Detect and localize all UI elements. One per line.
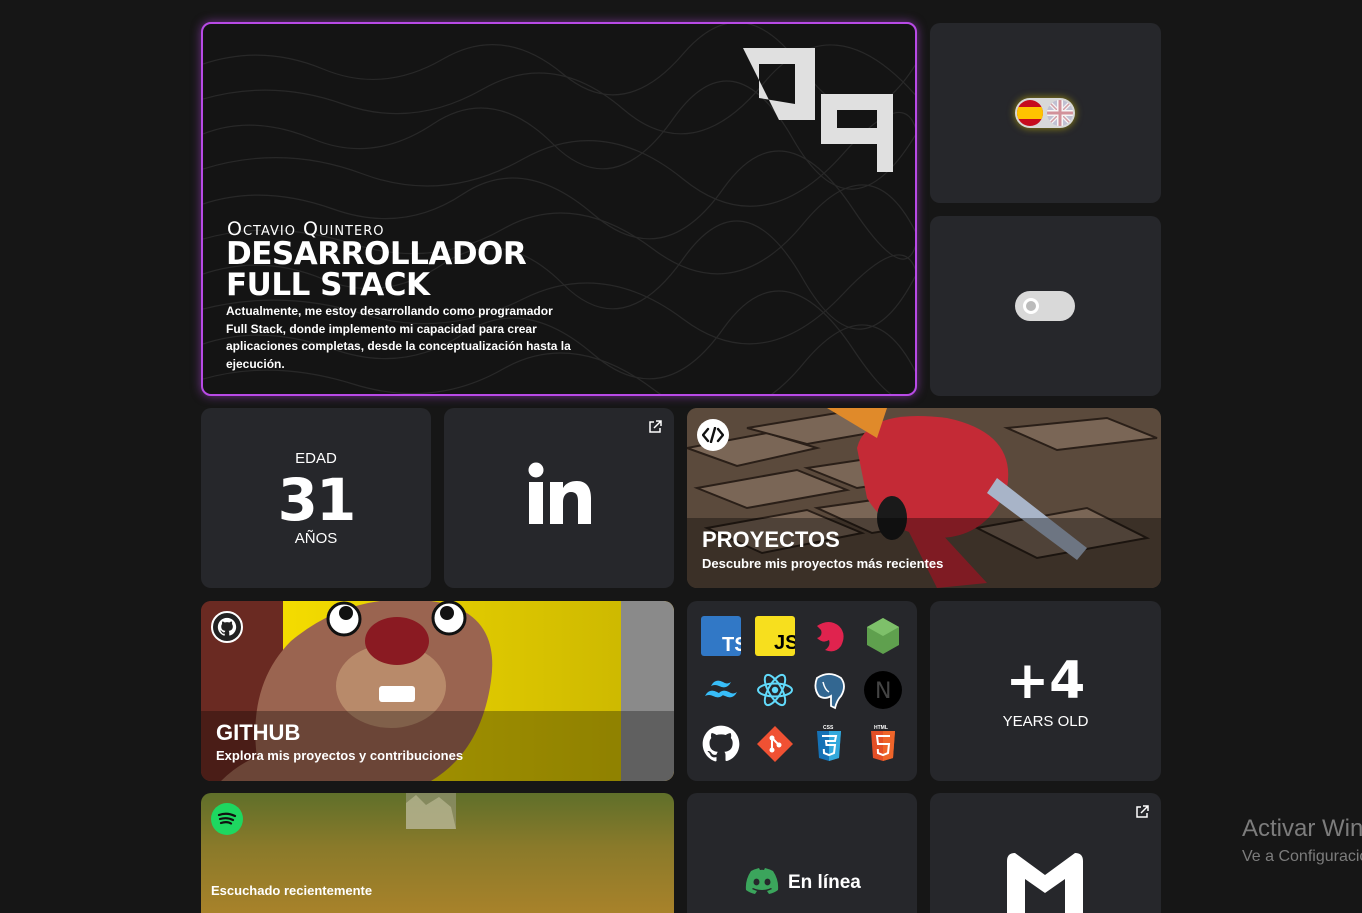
developer-role: DESARROLLADOR FULL STACK bbox=[226, 239, 566, 301]
css3-icon: CSS bbox=[817, 725, 841, 761]
html-label: HTML bbox=[874, 725, 888, 731]
spain-flag-icon bbox=[1017, 100, 1043, 126]
github-title: GITHUB bbox=[216, 720, 301, 745]
javascript-icon: JS bbox=[755, 616, 795, 656]
role-line-2: FULL STACK bbox=[226, 267, 430, 303]
css-label: CSS bbox=[823, 725, 834, 731]
discord-icon bbox=[745, 868, 779, 894]
github-icon bbox=[702, 725, 740, 762]
github-subtitle: Explora mis proyectos y contribuciones bbox=[216, 748, 464, 763]
external-link-icon bbox=[1136, 805, 1149, 818]
age-label-bottom: AÑOS bbox=[294, 530, 338, 547]
gmail-icon bbox=[1007, 853, 1083, 913]
postgresql-icon bbox=[814, 673, 845, 710]
typescript-icon: TS bbox=[701, 616, 741, 656]
oq-logo bbox=[743, 48, 893, 172]
linkedin-icon bbox=[528, 462, 591, 524]
discord-card[interactable]: En línea bbox=[687, 793, 917, 913]
tailwind-icon bbox=[705, 680, 737, 698]
js-label: JS bbox=[774, 632, 795, 654]
linkedin-card[interactable] bbox=[444, 408, 674, 588]
spotify-label: Escuchado recientemente bbox=[211, 883, 373, 898]
language-toggle[interactable] bbox=[1015, 98, 1075, 128]
experience-label: YEARS OLD bbox=[1002, 713, 1089, 730]
nextjs-icon: N bbox=[864, 671, 902, 709]
activation-watermark-subtitle: Ve a Configuración bbox=[1242, 848, 1362, 865]
nodejs-icon bbox=[867, 618, 899, 654]
experience-value: +4 bbox=[1005, 651, 1086, 711]
code-icon bbox=[697, 419, 729, 451]
external-link-icon bbox=[649, 420, 662, 433]
activation-watermark-title: Activar Windows bbox=[1242, 815, 1362, 842]
developer-description: Actualmente, me estoy desarrollando como… bbox=[226, 304, 571, 371]
experience-card: +4 YEARS OLD bbox=[930, 601, 1161, 781]
age-value: 31 bbox=[277, 466, 357, 534]
next-label: N bbox=[875, 679, 891, 704]
hero-card: Octavio Quintero DESARROLLADOR FULL STAC… bbox=[201, 22, 917, 396]
toggle-knob bbox=[1023, 298, 1039, 314]
projects-card[interactable]: PROYECTOS Descubre mis proyectos más rec… bbox=[687, 408, 1161, 588]
nestjs-icon bbox=[817, 622, 844, 652]
theme-toggle-card bbox=[930, 216, 1161, 396]
tech-stack-card: TS JS N CSS HTML bbox=[687, 601, 917, 781]
html5-icon: HTML bbox=[871, 725, 895, 761]
gmail-card[interactable] bbox=[930, 793, 1161, 913]
github-logo-icon bbox=[211, 611, 243, 643]
role-line-1: DESARROLLADOR bbox=[226, 236, 527, 272]
theme-toggle[interactable] bbox=[1015, 291, 1075, 321]
age-label-top: EDAD bbox=[295, 450, 337, 467]
ts-label: TS bbox=[722, 634, 741, 656]
react-icon bbox=[757, 673, 793, 707]
spotify-card[interactable]: Escuchado recientemente bbox=[201, 793, 674, 913]
github-card[interactable]: GITHUB Explora mis proyectos y contribuc… bbox=[201, 601, 674, 781]
git-icon bbox=[757, 726, 793, 762]
projects-subtitle: Descubre mis proyectos más recientes bbox=[702, 556, 944, 571]
spotify-icon bbox=[211, 803, 243, 835]
uk-flag-icon bbox=[1047, 100, 1073, 126]
projects-title: PROYECTOS bbox=[702, 527, 840, 552]
discord-status: En línea bbox=[788, 872, 861, 893]
language-toggle-card bbox=[930, 23, 1161, 203]
age-card: EDAD 31 AÑOS bbox=[201, 408, 431, 588]
